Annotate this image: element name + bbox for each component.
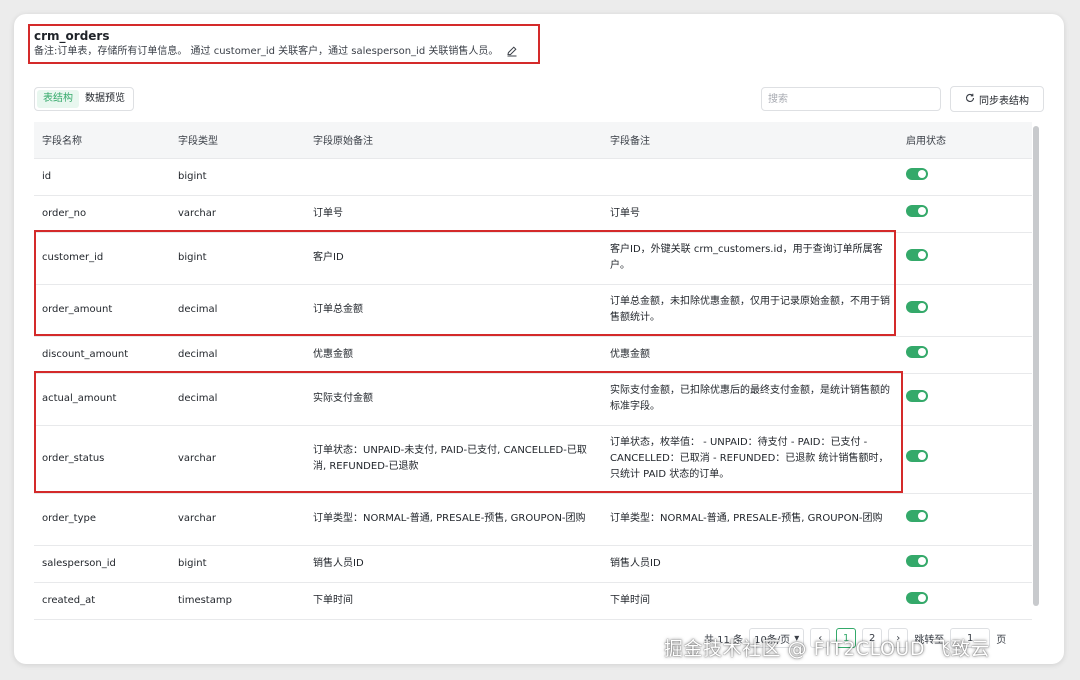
original-remark-cell: 客户ID xyxy=(305,232,602,285)
watermark: 掘金技术社区 @ FIT2CLOUD 飞致云 xyxy=(664,638,991,660)
original-remark-cell: 订单状态：UNPAID-未支付, PAID-已支付, CANCELLED-已取消… xyxy=(305,425,602,494)
tab-table-structure[interactable]: 表结构 xyxy=(37,90,79,108)
enabled-toggle[interactable] xyxy=(906,554,928,567)
field-name-cell: order_no xyxy=(34,195,170,233)
enabled-toggle[interactable] xyxy=(906,167,928,180)
table-scrollbar[interactable] xyxy=(1033,126,1039,606)
refresh-icon xyxy=(965,93,975,106)
field-name-cell: customer_id xyxy=(34,232,170,285)
field-name-cell: discount_amount xyxy=(34,336,170,374)
table-detail-card: crm_orders 备注:订单表，存储所有订单信息。 通过 customer_… xyxy=(14,14,1064,664)
table-row: order_type varchar 订单类型：NORMAL-普通, PRESA… xyxy=(34,493,1032,546)
table-row: order_no varchar 订单号 订单号 xyxy=(34,195,1032,233)
field-name-cell: salesperson_id xyxy=(34,545,170,583)
field-type-cell: bigint xyxy=(170,158,305,196)
table-remark: 备注:订单表，存储所有订单信息。 通过 customer_id 关联客户，通过 … xyxy=(34,44,538,60)
remark-cell[interactable]: 订单总金额，未扣除优惠金额，仅用于记录原始金额，不用于销售额统计。 xyxy=(602,284,898,337)
table-row: order_amount decimal 订单总金额 订单总金额，未扣除优惠金额… xyxy=(34,284,1032,337)
enabled-toggle[interactable] xyxy=(906,301,928,313)
column-header-field-name: 字段名称 xyxy=(34,122,170,159)
enabled-cell xyxy=(898,232,1032,285)
column-header-field-type: 字段类型 xyxy=(170,122,305,159)
field-type-cell: decimal xyxy=(170,284,305,337)
field-type-cell: bigint xyxy=(170,545,305,583)
sync-structure-button[interactable]: 同步表结构 xyxy=(950,86,1044,112)
enabled-toggle[interactable] xyxy=(906,510,928,522)
field-table: 字段名称 字段类型 字段原始备注 字段备注 启用状态 id bigint ord… xyxy=(34,122,1032,620)
original-remark-cell xyxy=(305,158,602,196)
field-name-cell: order_type xyxy=(34,493,170,546)
original-remark-cell: 优惠金额 xyxy=(305,336,602,374)
search-input[interactable] xyxy=(761,87,941,111)
table-row: id bigint xyxy=(34,158,1032,196)
field-type-cell: decimal xyxy=(170,336,305,374)
remark-cell[interactable]: 销售人员ID xyxy=(602,545,898,583)
remark-cell[interactable]: 客户ID，外键关联 crm_customers.id，用于查询订单所属客户。 xyxy=(602,232,898,285)
enabled-toggle[interactable] xyxy=(906,450,928,462)
enabled-toggle[interactable] xyxy=(906,345,928,358)
edit-icon[interactable] xyxy=(506,45,520,59)
original-remark-cell: 订单类型：NORMAL-普通, PRESALE-预售, GROUPON-团购 xyxy=(305,493,602,546)
field-name-cell: id xyxy=(34,158,170,196)
table-row: salesperson_id bigint 销售人员ID 销售人员ID xyxy=(34,545,1032,583)
table-row: created_at timestamp 下单时间 下单时间 xyxy=(34,582,1032,620)
column-header-enabled: 启用状态 xyxy=(898,122,1032,159)
remark-cell[interactable]: 订单状态，枚举值： - UNPAID：待支付 - PAID：已支付 - CANC… xyxy=(602,425,898,494)
remark-cell[interactable] xyxy=(602,158,898,196)
field-type-cell: decimal xyxy=(170,373,305,426)
enabled-cell xyxy=(898,284,1032,337)
page-suffix: 页 xyxy=(996,634,1007,646)
remark-cell[interactable]: 优惠金额 xyxy=(602,336,898,374)
table-row: actual_amount decimal 实际支付金额 实际支付金额，已扣除优… xyxy=(34,373,1032,426)
field-name-cell: order_status xyxy=(34,425,170,494)
field-type-cell: varchar xyxy=(170,425,305,494)
sync-button-label: 同步表结构 xyxy=(979,95,1029,107)
column-header-remark: 字段备注 xyxy=(602,122,898,159)
enabled-cell xyxy=(898,425,1032,494)
enabled-cell xyxy=(898,336,1032,374)
enabled-cell xyxy=(898,195,1032,233)
original-remark-cell: 销售人员ID xyxy=(305,545,602,583)
enabled-cell xyxy=(898,582,1032,620)
field-name-cell: order_amount xyxy=(34,284,170,337)
table-name: crm_orders xyxy=(34,29,110,43)
view-tabs: 表结构 数据预览 xyxy=(34,87,134,111)
enabled-cell xyxy=(898,545,1032,583)
table-row: order_status varchar 订单状态：UNPAID-未支付, PA… xyxy=(34,425,1032,494)
original-remark-cell: 订单总金额 xyxy=(305,284,602,337)
field-type-cell: varchar xyxy=(170,493,305,546)
enabled-cell xyxy=(898,493,1032,546)
table-header: crm_orders 备注:订单表，存储所有订单信息。 通过 customer_… xyxy=(28,24,540,64)
enabled-cell xyxy=(898,158,1032,196)
tab-data-preview[interactable]: 数据预览 xyxy=(79,90,131,108)
original-remark-cell: 订单号 xyxy=(305,195,602,233)
table-header-row: 字段名称 字段类型 字段原始备注 字段备注 启用状态 xyxy=(34,122,1032,159)
column-header-original-remark: 字段原始备注 xyxy=(305,122,602,159)
field-type-cell: varchar xyxy=(170,195,305,233)
remark-cell[interactable]: 订单类型：NORMAL-普通, PRESALE-预售, GROUPON-团购 xyxy=(602,493,898,546)
enabled-toggle[interactable] xyxy=(906,249,928,261)
field-type-cell: bigint xyxy=(170,232,305,285)
remark-cell[interactable]: 下单时间 xyxy=(602,582,898,620)
table-row: customer_id bigint 客户ID 客户ID，外键关联 crm_cu… xyxy=(34,232,1032,285)
remark-cell[interactable]: 订单号 xyxy=(602,195,898,233)
field-name-cell: actual_amount xyxy=(34,373,170,426)
remark-cell[interactable]: 实际支付金额，已扣除优惠后的最终支付金额，是统计销售额的标准字段。 xyxy=(602,373,898,426)
field-type-cell: timestamp xyxy=(170,582,305,620)
original-remark-cell: 实际支付金额 xyxy=(305,373,602,426)
table-row: discount_amount decimal 优惠金额 优惠金额 xyxy=(34,336,1032,374)
original-remark-cell: 下单时间 xyxy=(305,582,602,620)
enabled-toggle[interactable] xyxy=(906,591,928,604)
field-name-cell: created_at xyxy=(34,582,170,620)
enabled-toggle[interactable] xyxy=(906,390,928,402)
enabled-cell xyxy=(898,373,1032,426)
table-remark-text: 备注:订单表，存储所有订单信息。 通过 customer_id 关联客户，通过 … xyxy=(34,46,499,57)
enabled-toggle[interactable] xyxy=(906,204,928,217)
